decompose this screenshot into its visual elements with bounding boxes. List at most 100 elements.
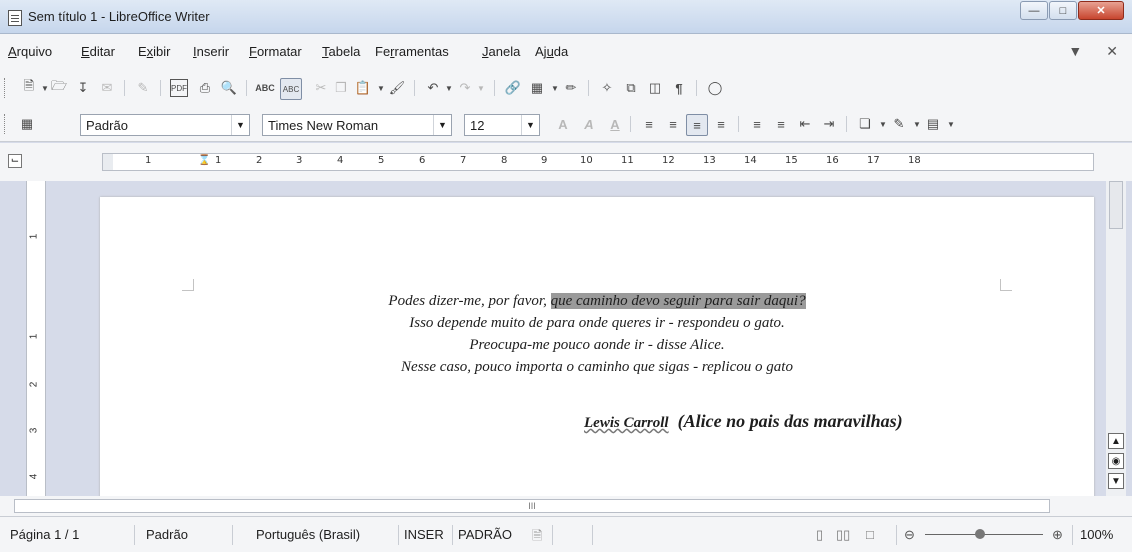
close-window-button[interactable]: ✕ (1078, 1, 1124, 20)
chevron-down-icon[interactable]: ▼ (231, 115, 249, 135)
highlight-icon[interactable]: ✎ (890, 115, 908, 133)
menu-ferramentas[interactable]: Ferramentas (375, 44, 449, 59)
zoom-slider-handle[interactable] (975, 529, 985, 539)
paragraph-style-value: Padrão (86, 118, 128, 133)
font-color-icon[interactable]: ❏ (856, 115, 874, 133)
toolbar-grip[interactable] (4, 114, 7, 134)
menu-tabela[interactable]: Tabela (322, 44, 360, 59)
font-name-value: Times New Roman (268, 118, 379, 133)
next-page-icon[interactable]: ▼ (1108, 473, 1124, 489)
align-left-icon[interactable]: ≡ (640, 115, 658, 133)
scroll-thumb[interactable] (1109, 181, 1123, 229)
chevron-down-icon[interactable]: ▼ (433, 115, 451, 135)
selection-mode[interactable]: PADRÃO (458, 527, 512, 542)
poem-line-4[interactable]: Nesse caso, pouco importa o caminho que … (100, 359, 1094, 376)
scroll-thumb[interactable]: III (14, 499, 1050, 513)
document-workspace: 1 1 2 3 4 Podes dizer-me, por favor, que… (0, 181, 1132, 496)
styles-and-formatting-icon[interactable]: ▦ (18, 115, 36, 133)
email-icon[interactable]: ✉ (98, 79, 116, 97)
chevron-down-icon[interactable]: ▼ (521, 115, 539, 135)
paragraph-style-combo[interactable]: Padrão ▼ (80, 114, 250, 136)
show-draw-functions-icon[interactable]: ✏ (562, 79, 580, 97)
tab-type-selector[interactable]: ⌙ (8, 154, 22, 168)
export-pdf-icon[interactable]: PDF (170, 79, 188, 97)
menu-inserir[interactable]: Inserir (193, 44, 229, 59)
menu-formatar[interactable]: Formatar (249, 44, 302, 59)
justify-icon[interactable]: ≡ (712, 115, 730, 133)
print-icon[interactable]: ⎙ (196, 79, 214, 97)
navigation-icon[interactable]: ◉ (1108, 453, 1124, 469)
navigator-icon[interactable]: ✧ (598, 79, 616, 97)
page-number[interactable]: Página 1 / 1 (10, 527, 79, 542)
menu-janela[interactable]: Janela (482, 44, 520, 59)
underline-icon[interactable]: A (606, 115, 624, 133)
document-page[interactable]: Podes dizer-me, por favor, que caminho d… (100, 197, 1094, 496)
zoom-out-icon[interactable]: ⊖ (904, 527, 915, 543)
edit-mode-icon[interactable]: ✎ (134, 79, 152, 97)
language-status[interactable]: Português (Brasil) (256, 527, 360, 542)
minimize-button[interactable]: — (1020, 1, 1048, 20)
align-right-icon[interactable]: ≡ (686, 114, 708, 136)
zoom-in-icon[interactable]: ⊕ (1052, 527, 1063, 543)
numbering-icon[interactable]: ≡ (748, 115, 766, 133)
copy-icon[interactable]: ❐ (332, 79, 350, 97)
table-icon[interactable]: ▦ (528, 79, 546, 97)
menu-ajuda[interactable]: Ajuda (535, 44, 568, 59)
auto-spellcheck-icon[interactable]: ABC (280, 78, 302, 100)
bold-icon[interactable]: A (554, 115, 572, 133)
text-boundary-corner (1000, 279, 1012, 291)
selected-text: que caminho devo seguir para sair daqui? (550, 293, 806, 309)
download-update-icon[interactable]: ▼ (1068, 43, 1082, 60)
poem-line-3[interactable]: Preocupa-me pouco aonde ir - disse Alice… (100, 337, 1094, 354)
paste-icon[interactable]: 📋 (354, 79, 372, 97)
single-page-view-icon[interactable]: ▯ (816, 527, 823, 543)
menu-bar: Arquivo Editar Exibir Inserir Formatar T… (0, 34, 1132, 70)
zoom-percentage[interactable]: 100% (1080, 527, 1113, 542)
multi-page-view-icon[interactable]: ▯▯ (836, 527, 850, 543)
horizontal-scrollbar[interactable]: III (0, 496, 1132, 516)
save-icon[interactable]: ↧ (74, 79, 92, 97)
bullets-icon[interactable]: ≡ (772, 115, 790, 133)
author-name: Lewis Carroll (584, 415, 669, 431)
data-sources-icon[interactable]: ◫ (646, 79, 664, 97)
page-style[interactable]: Padrão (146, 527, 188, 542)
vertical-scrollbar[interactable]: ▲ ◉ ▼ (1106, 181, 1126, 496)
italic-icon[interactable]: A (580, 115, 598, 133)
hyperlink-icon[interactable]: 🔗 (504, 79, 522, 97)
title-bar: Sem título 1 - LibreOffice Writer — □ ✕ (0, 0, 1132, 34)
horizontal-ruler[interactable]: 1 ⌛ 1 2 3 4 5 6 7 8 9 10 11 12 13 14 15 … (102, 153, 1094, 171)
increase-indent-icon[interactable]: ⇥ (820, 115, 838, 133)
align-center-icon[interactable]: ≡ (664, 115, 682, 133)
formatting-marks-icon[interactable]: ¶ (670, 79, 688, 97)
cut-icon[interactable]: ✂ (312, 79, 330, 97)
print-preview-icon[interactable]: 🔍 (220, 79, 238, 97)
window-title: Sem título 1 - LibreOffice Writer (28, 9, 210, 24)
gallery-icon[interactable]: ⧉ (622, 79, 640, 97)
vertical-ruler[interactable]: 1 1 2 3 4 (26, 181, 46, 496)
book-view-icon[interactable]: □ (866, 527, 874, 542)
poem-line-2[interactable]: Isso depende muito de para onde queres i… (100, 315, 1094, 332)
menu-editar[interactable]: Editar (81, 44, 115, 59)
maximize-button[interactable]: □ (1049, 1, 1077, 20)
spelling-icon[interactable]: ABC (255, 79, 275, 97)
ruler-row: ⌙ 1 ⌛ 1 2 3 4 5 6 7 8 9 10 11 12 13 14 1… (0, 143, 1132, 181)
close-document-icon[interactable]: ✕ (1106, 43, 1118, 60)
redo-dropdown-icon[interactable]: ▼ (472, 79, 490, 97)
zoom-icon[interactable]: ◯ (706, 79, 724, 97)
open-icon[interactable]: 🗁 (50, 78, 68, 97)
zoom-slider[interactable] (925, 529, 1043, 539)
font-size-combo[interactable]: 12 ▼ (464, 114, 540, 136)
previous-page-icon[interactable]: ▲ (1108, 433, 1124, 449)
clone-formatting-icon[interactable]: 🖌 (388, 79, 406, 97)
author-line[interactable]: Lewis Carroll (Alice no pais das maravil… (584, 411, 903, 432)
menu-exibir[interactable]: Exibir (138, 44, 171, 59)
left-indent-marker[interactable]: ⌛ (198, 155, 210, 166)
menu-arquivo[interactable]: Arquivo (8, 44, 52, 59)
toolbar-grip[interactable] (4, 78, 7, 98)
background-dropdown-icon[interactable]: ▼ (942, 115, 960, 133)
background-color-icon[interactable]: ▤ (924, 115, 942, 133)
decrease-indent-icon[interactable]: ⇤ (796, 115, 814, 133)
font-name-combo[interactable]: Times New Roman ▼ (262, 114, 452, 136)
insert-mode[interactable]: INSER (404, 527, 444, 542)
poem-line-1[interactable]: Podes dizer-me, por favor, que caminho d… (100, 293, 1094, 310)
